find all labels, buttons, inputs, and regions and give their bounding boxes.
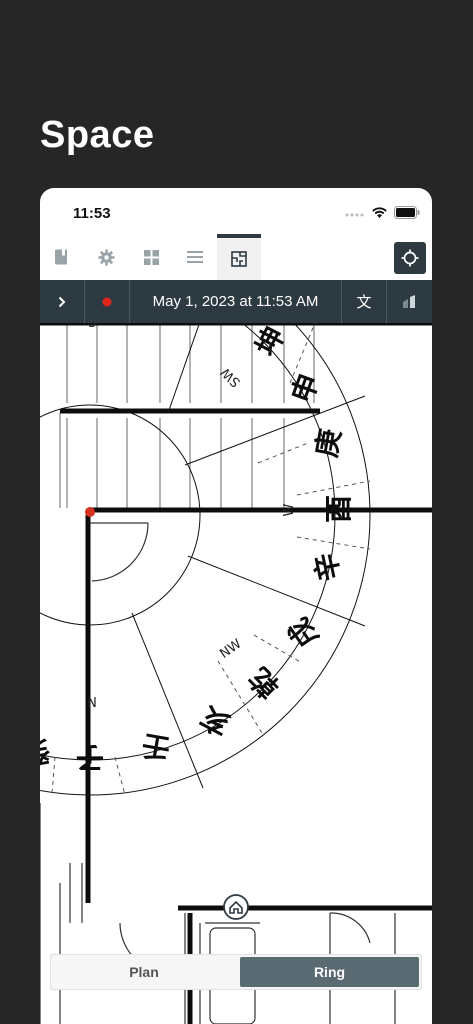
direction-n: N (87, 693, 97, 708)
grid-icon (143, 249, 159, 265)
wifi-icon (372, 207, 387, 218)
status-time: 11:53 (73, 205, 111, 222)
phone-screen: 11:53 May 1, 2023 at 11:53 AM 文 坤 申 庚 酉 … (40, 188, 432, 1024)
record-dot-icon (102, 297, 112, 306)
direction-sw: SW (218, 364, 244, 390)
direction-nw: NW (217, 637, 244, 662)
toolbar: May 1, 2023 at 11:53 AM 文 (40, 280, 432, 323)
location-marker (85, 507, 95, 517)
ring-char-kun: 坤 (249, 323, 291, 361)
crosshair-icon (401, 249, 419, 267)
ring-char-geng: 庚 (310, 426, 347, 459)
ring-char-qian: 乾 (243, 661, 286, 704)
tab-floorplan[interactable] (217, 234, 261, 280)
ring-char-zi: 子 (76, 741, 104, 774)
gear-icon (97, 248, 115, 266)
plan-button[interactable]: Plan (53, 957, 235, 987)
direction-s: S (88, 323, 96, 328)
view-mode-segmented-control: Plan Ring (50, 954, 422, 990)
ring-char-hai: 亥 (195, 699, 235, 741)
tab-book[interactable] (44, 234, 78, 280)
chevron-right-icon (58, 296, 66, 307)
ring-char-you: 酉 (322, 495, 355, 523)
chart-button[interactable] (387, 280, 432, 323)
page-headline: Space (40, 114, 155, 156)
chart-icon (403, 295, 416, 308)
tab-list[interactable] (178, 234, 212, 280)
direction-w: W (282, 503, 297, 516)
status-bar: 11:53 (40, 188, 432, 234)
expand-button[interactable] (40, 280, 85, 323)
locate-button[interactable] (394, 242, 426, 274)
signal-icon (345, 213, 364, 216)
book-icon (55, 249, 67, 265)
ring-button[interactable]: Ring (240, 957, 419, 987)
record-button[interactable] (85, 280, 131, 323)
tab-bar (40, 234, 432, 280)
tab-grid[interactable] (134, 234, 168, 280)
tab-settings[interactable] (89, 234, 123, 280)
ring-char-ren: 壬 (139, 728, 172, 765)
floorplan-icon (231, 251, 247, 267)
datetime-button[interactable]: May 1, 2023 at 11:53 AM (130, 280, 342, 323)
floor-plan-svg: 坤 申 庚 酉 辛 戌 乾 亥 壬 子 癸 SW W NW N S (40, 323, 432, 1024)
ring-direction-labels: SW W NW N S (87, 323, 297, 708)
list-icon (187, 251, 203, 263)
ring-char-gui: 癸 (40, 734, 54, 772)
home-icon[interactable] (223, 894, 249, 920)
ring-char-xu: 戌 (282, 612, 325, 654)
ring-char-xin: 辛 (308, 550, 346, 584)
language-button[interactable]: 文 (342, 280, 388, 323)
status-icons (345, 206, 420, 219)
floor-plan-map[interactable]: 坤 申 庚 酉 辛 戌 乾 亥 壬 子 癸 SW W NW N S (40, 323, 432, 1024)
battery-icon (394, 206, 420, 219)
